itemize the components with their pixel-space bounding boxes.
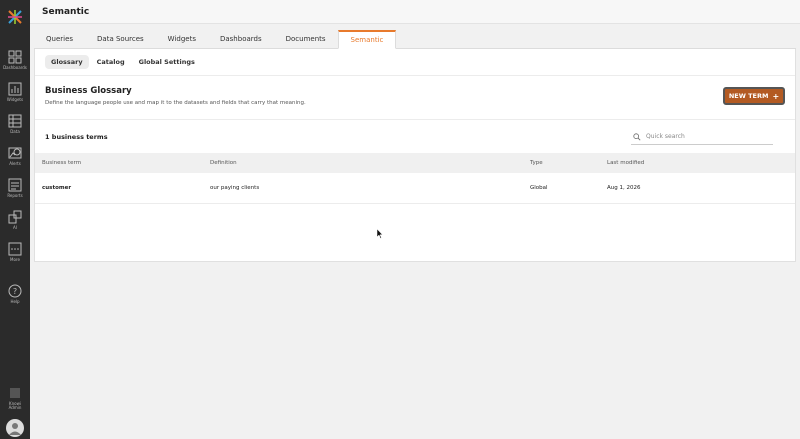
- subtabs: Glossary Catalog Global Settings: [35, 49, 795, 76]
- cell-type: Global: [530, 185, 548, 191]
- new-term-button[interactable]: NEW TERM +: [723, 87, 785, 105]
- new-term-label: NEW TERM: [728, 92, 769, 100]
- sidebar-item-more[interactable]: More: [0, 236, 30, 268]
- glossary-header: Business Glossary Define the language pe…: [35, 76, 795, 120]
- ai-icon: [8, 210, 22, 224]
- header-business-term[interactable]: Business term: [42, 160, 81, 166]
- terms-count: 1 business terms: [45, 132, 108, 141]
- help-icon: ?: [8, 284, 22, 298]
- more-icon: [8, 242, 22, 256]
- sidebar-item-alerts[interactable]: Alerts: [0, 140, 30, 172]
- user-box-icon: [10, 388, 20, 398]
- logo-icon: [8, 10, 22, 24]
- sidebar-item-label: Data: [10, 129, 20, 134]
- header-type[interactable]: Type: [530, 160, 543, 166]
- subtab-global-settings[interactable]: Global Settings: [133, 55, 201, 69]
- table-row[interactable]: customer our paying clients Global Aug 1…: [35, 173, 795, 204]
- sidebar-item-user[interactable]: Knowi Admin: [0, 383, 30, 413]
- semantic-panel: Glossary Catalog Global Settings Busines…: [34, 49, 796, 262]
- tab-semantic[interactable]: Semantic: [337, 30, 397, 49]
- dashboards-icon: [8, 50, 22, 64]
- search-input[interactable]: [646, 133, 766, 140]
- avatar[interactable]: [6, 419, 24, 437]
- tab-queries[interactable]: Queries: [34, 29, 85, 48]
- search-icon: [633, 132, 641, 140]
- app-title: Semantic: [42, 6, 90, 17]
- sidebar-item-label: Alerts: [9, 161, 21, 166]
- sidebar-bottom: Knowi Admin: [0, 383, 30, 437]
- data-icon: [8, 114, 22, 128]
- sidebar-item-ai[interactable]: AI: [0, 204, 30, 236]
- tab-widgets[interactable]: Widgets: [156, 29, 208, 48]
- terms-count-row: 1 business terms: [35, 120, 795, 153]
- reports-icon: [8, 178, 22, 192]
- sidebar-item-data[interactable]: Data: [0, 108, 30, 140]
- sidebar-item-label: More: [10, 257, 20, 262]
- avatar-icon: [9, 423, 21, 435]
- tab-documents[interactable]: Documents: [274, 29, 338, 48]
- sidebar-item-label: AI: [13, 225, 17, 230]
- sidebar-item-reports[interactable]: Reports: [0, 172, 30, 204]
- user-label-line2: Admin: [8, 405, 22, 410]
- app-logo[interactable]: [0, 0, 30, 34]
- glossary-description: Define the language people use and map i…: [45, 100, 306, 106]
- header-definition[interactable]: Definition: [210, 160, 237, 166]
- glossary-title: Business Glossary: [45, 86, 132, 96]
- main-tabs: Queries Data Sources Widgets Dashboards …: [34, 30, 796, 49]
- widgets-icon: [8, 82, 22, 96]
- mouse-cursor-icon: [377, 229, 383, 239]
- sidebar-item-label: Widgets: [6, 97, 24, 102]
- app-header: Semantic: [30, 0, 800, 24]
- tab-data-sources[interactable]: Data Sources: [85, 29, 156, 48]
- subtab-catalog[interactable]: Catalog: [91, 55, 131, 69]
- sidebar-item-label: Dashboards: [3, 65, 27, 70]
- sidebar-item-label: Reports: [7, 193, 23, 198]
- svg-text:?: ?: [13, 287, 17, 296]
- alerts-icon: [8, 147, 22, 159]
- header-last-modified[interactable]: Last modified: [607, 160, 644, 166]
- cell-term: customer: [42, 185, 72, 191]
- sidebar-item-help[interactable]: ? Help: [0, 278, 30, 310]
- sidebar-item-widgets[interactable]: Widgets: [0, 76, 30, 108]
- quick-search: [631, 129, 773, 145]
- cell-definition: our paying clients: [210, 185, 260, 191]
- sidebar: Dashboards Widgets Data Alerts Reports A…: [0, 0, 30, 439]
- plus-icon: +: [772, 91, 780, 101]
- sidebar-item-label: Help: [10, 299, 20, 304]
- tab-dashboards[interactable]: Dashboards: [208, 29, 274, 48]
- cell-modified: Aug 1, 2026: [607, 185, 641, 191]
- sidebar-item-dashboards[interactable]: Dashboards: [0, 44, 30, 76]
- subtab-glossary[interactable]: Glossary: [45, 55, 89, 69]
- table-header: Business term Definition Type Last modif…: [35, 153, 795, 173]
